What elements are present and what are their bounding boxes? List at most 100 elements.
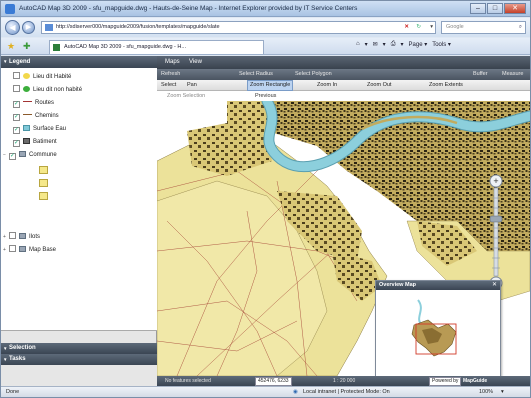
zoom-selection-button[interactable]: Zoom Selection [167,91,205,101]
legend-group-map-base[interactable]: + Map Base [3,245,56,255]
browser-status-bar: Done ◉ Local intranet | Protected Mode: … [1,386,530,397]
print-icon[interactable]: ⎙ [391,41,396,48]
layer-checkbox-checked[interactable]: ✓ [9,153,16,160]
url-text: http://sdiserver000/mapguide2009/fusion/… [56,24,220,30]
layer-checkbox-checked[interactable]: ✓ [13,101,20,108]
browser-window: AutoCAD Map 3D 2009 - sfu_mapguide.dwg -… [0,0,531,398]
overview-map-title: Overview Map [376,281,500,290]
home-icon[interactable]: ⌂ [356,41,360,48]
building-swatch-icon [23,138,30,144]
search-icon[interactable]: ⌕ [519,22,522,33]
legend-item-lieu-non-habite[interactable]: Lieu dit non habité [7,85,82,95]
pan-button[interactable]: Pan [187,80,197,91]
commune-style-swatch [39,192,48,200]
zoom-rectangle-button[interactable]: Zoom Rectangle [247,80,294,91]
page-menu[interactable]: Page ▾ [409,41,428,48]
coordinates-readout: 452476, 6233 [255,377,292,386]
address-row: ◀ ▶ http://sdiserver000/mapguide2009/fus… [1,18,530,37]
forward-button[interactable]: ▶ [22,21,35,34]
left-panel: Legend Lieu dit Habité Lieu dit non habi… [1,56,157,386]
zone-icon: ◉ [293,389,298,395]
mapguide-logo: MapGuide [463,378,488,384]
zoom-out-button[interactable]: Zoom Out [367,80,391,91]
layer-checkbox[interactable] [9,232,16,239]
map-toolbar-navigation: Select Pan Zoom Rectangle Zoom In Zoom O… [157,80,530,91]
previous-view-button[interactable]: Previous [255,91,276,101]
legend-item-lieu-habite[interactable]: Lieu dit Habité [7,72,71,82]
legend-group-commune[interactable]: − ✓ Commune [3,150,57,160]
commune-style-swatch [39,166,48,174]
refresh-icon[interactable]: ↻ [416,22,421,33]
feeds-dropdown-icon[interactable]: ▾ [383,41,386,48]
map-status-bar: No features selected 452476, 6233 1 : 20… [157,376,530,386]
layer-checkbox[interactable] [9,245,16,252]
legend-item-chemins[interactable]: ✓ Chemins [7,111,59,121]
legend-item-routes[interactable]: ✓ Routes [7,98,54,108]
select-button[interactable]: Select [161,80,176,91]
search-input[interactable]: Google ⌕ [441,21,526,34]
security-zone: Local intranet | Protected Mode: On [303,389,390,395]
feeds-icon[interactable]: ✉ [373,41,378,48]
stop-icon[interactable]: ✕ [404,22,409,33]
overview-thumbnail [411,299,457,357]
minimize-button[interactable]: – [470,3,486,14]
legend-header[interactable]: Legend [1,56,157,68]
menu-view[interactable]: View [189,56,202,69]
app-icon [5,4,15,14]
map-menu-bar: Maps View [157,56,530,69]
layer-checkbox[interactable] [13,85,20,92]
layer-checkbox-checked[interactable]: ✓ [13,140,20,147]
selection-panel-header[interactable]: Selection [1,343,157,354]
search-placeholder: Google [446,24,464,30]
measure-button[interactable]: Measure [502,69,523,80]
map-toolbar-primary: Refresh Select Radius Select Polygon Buf… [157,69,530,80]
tab-active[interactable]: AutoCAD Map 3D 2009 - sfu_mapguide.dwg -… [49,40,264,54]
print-dropdown-icon[interactable]: ▾ [401,41,404,48]
commune-style-swatch [39,179,48,187]
legend-item-batiment[interactable]: ✓ Batiment [7,137,57,147]
add-favorite-icon[interactable]: ✚ [23,41,31,51]
maximize-button[interactable]: □ [487,3,503,14]
tools-menu[interactable]: Tools ▾ [432,41,451,48]
layer-group-icon [19,233,26,239]
layer-group-icon [19,246,26,252]
legend-tree: Lieu dit Habité Lieu dit non habité ✓ Rou… [1,68,157,331]
zoom-in-button[interactable]: Zoom In [317,80,337,91]
legend-item-surface-eau[interactable]: ✓ Surface Eau [7,124,66,134]
selection-status: No features selected [165,378,211,384]
zoom-level[interactable]: 100% [479,387,493,398]
powered-by-label: Powered by [429,377,462,386]
select-polygon-button[interactable]: Select Polygon [295,69,332,80]
overview-close-icon[interactable]: ✕ [492,281,497,290]
home-dropdown-icon[interactable]: ▾ [365,41,368,48]
zoom-slider[interactable]: + − [489,174,503,290]
buffer-button[interactable]: Buffer [473,69,488,80]
zoom-dropdown-icon[interactable]: ▾ [501,387,504,398]
tab-favicon-icon [53,44,60,51]
zoom-in-icon[interactable]: + [489,174,503,188]
dropdown-arrow-icon[interactable]: ▾ [430,22,433,33]
layer-checkbox[interactable] [13,72,20,79]
select-radius-button[interactable]: Select Radius [239,69,273,80]
tab-row: ★ ✚ AutoCAD Map 3D 2009 - sfu_mapguide.d… [1,38,530,55]
legend-group-ilots[interactable]: + Ilots [3,232,40,242]
map-canvas[interactable]: + − Overview Map ✕ [157,101,530,376]
tasks-panel-header[interactable]: Tasks [1,354,157,365]
address-field[interactable]: http://sdiserver000/mapguide2009/fusion/… [41,21,436,34]
layer-checkbox-checked[interactable]: ✓ [13,127,20,134]
water-swatch-icon [23,125,30,131]
window-title: AutoCAD Map 3D 2009 - sfu_mapguide.dwg -… [19,5,358,12]
favorites-star-icon[interactable]: ★ [7,41,15,51]
tasks-panel-body [1,365,157,386]
page-content: Legend Lieu dit Habité Lieu dit non habi… [1,56,530,386]
back-button[interactable]: ◀ [5,20,20,35]
close-button[interactable]: ✕ [504,3,526,14]
green-dot-icon [23,86,30,92]
layer-checkbox-checked[interactable]: ✓ [13,114,20,121]
title-bar: AutoCAD Map 3D 2009 - sfu_mapguide.dwg -… [1,1,530,17]
refresh-button[interactable]: Refresh [161,69,180,80]
overview-map[interactable]: Overview Map ✕ [375,280,501,376]
menu-maps[interactable]: Maps [165,56,180,69]
zoom-extents-button[interactable]: Zoom Extents [429,80,463,91]
yellow-dot-icon [23,73,30,79]
